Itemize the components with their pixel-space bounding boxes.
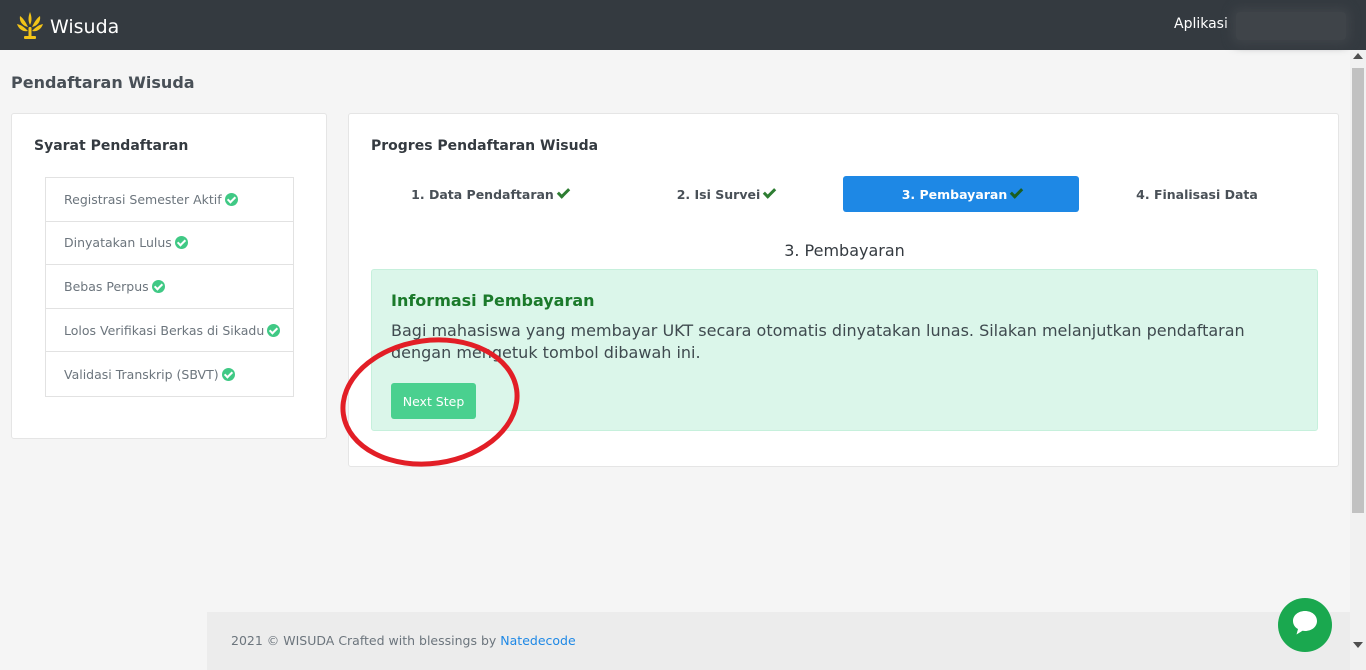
footer: 2021 © WISUDA Crafted with blessings by …	[207, 612, 1350, 670]
requirement-label: Lolos Verifikasi Berkas di Sikadu	[64, 322, 265, 338]
university-logo-icon	[14, 9, 46, 45]
check-icon	[763, 185, 777, 199]
step-finalisasi-data[interactable]: 4. Finalisasi Data	[1079, 176, 1315, 212]
footer-text: 2021 © WISUDA Crafted with blessings by …	[231, 633, 576, 648]
check-circle-icon	[174, 236, 188, 250]
step-pembayaran[interactable]: 3. Pembayaran	[843, 176, 1079, 212]
check-icon	[556, 185, 571, 199]
list-item: Validasi Transkrip (SBVT)	[46, 352, 293, 396]
progress-title: Progres Pendaftaran Wisuda	[371, 138, 599, 154]
step-isi-survei[interactable]: 2. Isi Survei	[607, 176, 843, 212]
next-step-button[interactable]: Next Step	[391, 383, 476, 419]
user-menu[interactable]	[1236, 12, 1346, 40]
scrollbar-thumb[interactable]	[1352, 68, 1364, 513]
check-circle-icon	[224, 192, 238, 206]
requirement-label: Dinyatakan Lulus	[64, 235, 172, 251]
footer-author-link[interactable]: Natedecode	[500, 633, 575, 648]
alert-title: Informasi Pembayaran	[391, 291, 595, 310]
requirement-label: Registrasi Semester Aktif	[64, 191, 222, 207]
alert-text: Bagi mahasiswa yang membayar UKT secara …	[391, 321, 1245, 362]
step-label: 3. Pembayaran	[901, 186, 1008, 202]
requirements-card: Syarat Pendaftaran Registrasi Semester A…	[11, 113, 327, 439]
brand-name: Wisuda	[50, 16, 120, 38]
chat-bubble-icon	[1290, 608, 1320, 642]
list-item: Lolos Verifikasi Berkas di Sikadu	[46, 309, 293, 353]
current-step-heading: 3. Pembayaran	[784, 241, 905, 260]
check-circle-icon	[221, 367, 235, 381]
step-label: 4. Finalisasi Data	[1136, 186, 1258, 202]
requirement-label: Bebas Perpus	[64, 278, 149, 294]
step-label: 1. Data Pendaftaran	[411, 186, 554, 202]
payment-info-alert: Informasi Pembayaran Bagi mahasiswa yang…	[371, 269, 1318, 431]
requirement-label: Validasi Transkrip (SBVT)	[64, 366, 219, 382]
check-circle-icon	[151, 279, 165, 293]
progress-steps: 1. Data Pendaftaran 2. Isi Survei 3. Pem…	[371, 176, 1319, 212]
list-item: Bebas Perpus	[46, 265, 293, 309]
list-item: Dinyatakan Lulus	[46, 222, 293, 266]
top-navbar: Wisuda Aplikasi	[0, 0, 1366, 50]
page-title: Pendaftaran Wisuda	[11, 73, 195, 92]
footer-copyright: 2021 © WISUDA Crafted with blessings by	[231, 633, 497, 648]
scroll-down-arrow-icon[interactable]	[1353, 642, 1363, 648]
step-label: 2. Isi Survei	[676, 186, 761, 202]
brand[interactable]: Wisuda	[14, 9, 119, 45]
check-circle-icon	[267, 323, 281, 337]
chat-button[interactable]	[1278, 598, 1332, 652]
list-item: Registrasi Semester Aktif	[46, 178, 293, 222]
step-data-pendaftaran[interactable]: 1. Data Pendaftaran	[371, 176, 607, 212]
check-icon	[1010, 185, 1024, 199]
requirements-title: Syarat Pendaftaran	[34, 138, 189, 154]
apps-menu[interactable]: Aplikasi	[1174, 16, 1228, 32]
requirements-list: Registrasi Semester Aktif Dinyatakan Lul…	[45, 177, 294, 397]
scroll-up-arrow-icon[interactable]	[1353, 53, 1363, 59]
progress-card: Progres Pendaftaran Wisuda 1. Data Penda…	[348, 113, 1339, 467]
